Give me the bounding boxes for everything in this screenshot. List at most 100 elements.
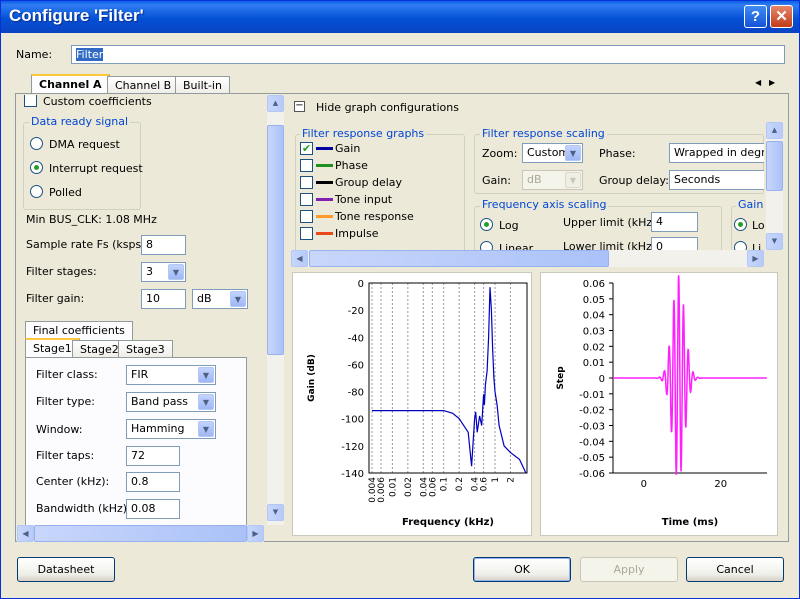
- radio-gain-log[interactable]: [734, 218, 747, 231]
- radio-polled[interactable]: [30, 185, 43, 198]
- apply-button[interactable]: Apply: [580, 557, 678, 582]
- zoom-select[interactable]: Custom ▼: [522, 143, 583, 163]
- window-label: Window:: [36, 423, 83, 436]
- sample-rate-field[interactable]: 8: [141, 235, 186, 255]
- name-field[interactable]: Filter: [71, 45, 785, 64]
- scroll-up-icon[interactable]: ▲: [267, 95, 284, 112]
- upper-limit-field[interactable]: 4: [651, 212, 698, 232]
- left-horizontal-scrollbar[interactable]: ◀ ▶: [17, 525, 264, 542]
- dma-request-label: DMA request: [49, 138, 120, 151]
- x-tick-label: 0.1: [440, 477, 450, 491]
- graph-checkbox-tone-input[interactable]: [300, 193, 313, 206]
- x-tick-label: 0.06: [428, 477, 438, 497]
- filter-type-select[interactable]: Band pass ▼: [126, 392, 216, 412]
- x-tick-label: 0.6: [480, 477, 490, 492]
- chevron-down-icon[interactable]: ▼: [198, 421, 214, 437]
- collapse-icon[interactable]: −: [294, 101, 305, 112]
- hide-graph-label[interactable]: Hide graph configurations: [316, 101, 459, 114]
- radio-linear[interactable]: [480, 241, 493, 250]
- radio-interrupt-request[interactable]: [30, 161, 43, 174]
- group-delay-label: Group delay:: [599, 174, 669, 187]
- scroll-left-icon[interactable]: ◀: [17, 525, 34, 542]
- chevron-down-icon[interactable]: ▼: [198, 367, 214, 383]
- y-tick-label: 0.04: [583, 311, 605, 322]
- graph-label: Gain: [335, 142, 361, 155]
- lower-limit-field[interactable]: 0: [651, 237, 698, 250]
- step-series-line: [613, 275, 767, 475]
- freq-axis-title: Frequency axis scaling: [480, 198, 609, 211]
- gain-linear-label: Li: [752, 242, 762, 250]
- title-bar[interactable]: Configure 'Filter' ? ✕: [1, 1, 799, 33]
- graph-label: Phase: [335, 159, 368, 172]
- y-tick-label: 0: [599, 374, 605, 385]
- bandwidth-field[interactable]: 0.08: [126, 499, 180, 519]
- radio-gain-linear[interactable]: [734, 241, 747, 250]
- chevron-down-icon[interactable]: ▼: [565, 145, 581, 161]
- filter-gain-field[interactable]: 10: [141, 289, 186, 309]
- scroll-thumb[interactable]: [309, 250, 609, 267]
- scroll-thumb[interactable]: [267, 125, 284, 355]
- filter-type-value: Band pass: [131, 395, 188, 408]
- y-tick-label: 0.02: [583, 342, 605, 353]
- filter-gain-unit-select[interactable]: dB ▼: [192, 289, 248, 309]
- graph-checkbox-tone-response[interactable]: [300, 210, 313, 223]
- series-color-swatch: [316, 164, 333, 167]
- ok-button[interactable]: OK: [473, 557, 571, 582]
- scroll-thumb[interactable]: [766, 141, 783, 191]
- chevron-down-icon[interactable]: ▼: [168, 264, 184, 280]
- datasheet-button[interactable]: Datasheet: [17, 557, 115, 582]
- step-chart: 0.06 0.05 0.04 0.03 0.02 0.01 0 -0.01 -0.02 -0.03…: [556, 275, 767, 528]
- radio-dma-request[interactable]: [30, 137, 43, 150]
- y-tick-label: -60: [348, 360, 364, 371]
- tab-scroll-left-icon[interactable]: ◀: [755, 78, 761, 87]
- y-tick-label: 0.06: [583, 279, 605, 290]
- phase-select[interactable]: Wrapped in degree: [669, 143, 764, 163]
- center-field[interactable]: 0.8: [126, 472, 180, 492]
- scroll-thumb[interactable]: [34, 525, 247, 542]
- gain-axis-title: Gain a: [736, 198, 764, 211]
- gain-log-label: Lo: [752, 219, 764, 232]
- scroll-right-icon[interactable]: ▶: [247, 525, 264, 542]
- series-color-swatch: [316, 232, 333, 235]
- cancel-button[interactable]: Cancel: [686, 557, 784, 582]
- tab-channel-a[interactable]: Channel A: [31, 74, 110, 95]
- scroll-down-icon[interactable]: ▼: [766, 233, 783, 250]
- chevron-down-icon[interactable]: ▼: [565, 172, 581, 188]
- graph-checkbox-group-delay[interactable]: [300, 176, 313, 189]
- config-vertical-scrollbar[interactable]: ▲ ▼: [766, 122, 783, 250]
- graph-checkbox-impulse[interactable]: [300, 227, 313, 240]
- tab-scroll-right-icon[interactable]: ▶: [769, 78, 775, 87]
- scroll-right-icon[interactable]: ▶: [747, 250, 764, 267]
- y-tick-label: -0.01: [579, 390, 605, 401]
- y-tick-label: -0.03: [579, 422, 605, 433]
- polled-label: Polled: [49, 186, 82, 199]
- graph-checkbox-phase[interactable]: [300, 159, 313, 172]
- min-bus-clk: Min BUS_CLK: 1.08 MHz: [26, 213, 157, 226]
- x-tick-label: 0: [641, 479, 647, 490]
- y-tick-label: -0.06: [579, 469, 605, 480]
- graph-checkbox-gain[interactable]: ✔: [300, 142, 313, 155]
- left-vertical-scrollbar[interactable]: ▲ ▼: [267, 95, 284, 525]
- filter-class-label: Filter class:: [36, 368, 98, 381]
- y-tick-label: -40: [348, 333, 364, 344]
- scroll-left-icon[interactable]: ◀: [291, 250, 308, 267]
- chevron-down-icon[interactable]: ▼: [198, 394, 214, 410]
- help-button[interactable]: ?: [744, 5, 767, 28]
- filter-class-select[interactable]: FIR ▼: [126, 365, 216, 385]
- filter-stages-value: 3: [146, 265, 153, 278]
- radio-log[interactable]: [480, 218, 493, 231]
- scroll-up-icon[interactable]: ▲: [766, 122, 783, 139]
- filter-gain-label: Filter gain:: [26, 292, 85, 305]
- close-button[interactable]: ✕: [770, 5, 793, 28]
- gain-label: Gain:: [482, 174, 511, 187]
- window-select[interactable]: Hamming ▼: [126, 419, 216, 439]
- group-delay-select[interactable]: Seconds: [669, 170, 764, 190]
- gain-select[interactable]: dB ▼: [522, 170, 583, 190]
- filter-taps-field[interactable]: 72: [126, 446, 180, 466]
- custom-coefficients-checkbox[interactable]: [24, 95, 37, 107]
- window-value: Hamming: [131, 422, 185, 435]
- chevron-down-icon[interactable]: ▼: [230, 291, 246, 307]
- config-horizontal-scrollbar[interactable]: ◀ ▶: [291, 250, 764, 267]
- scroll-down-icon[interactable]: ▼: [267, 504, 284, 521]
- filter-stages-select[interactable]: 3 ▼: [141, 262, 186, 282]
